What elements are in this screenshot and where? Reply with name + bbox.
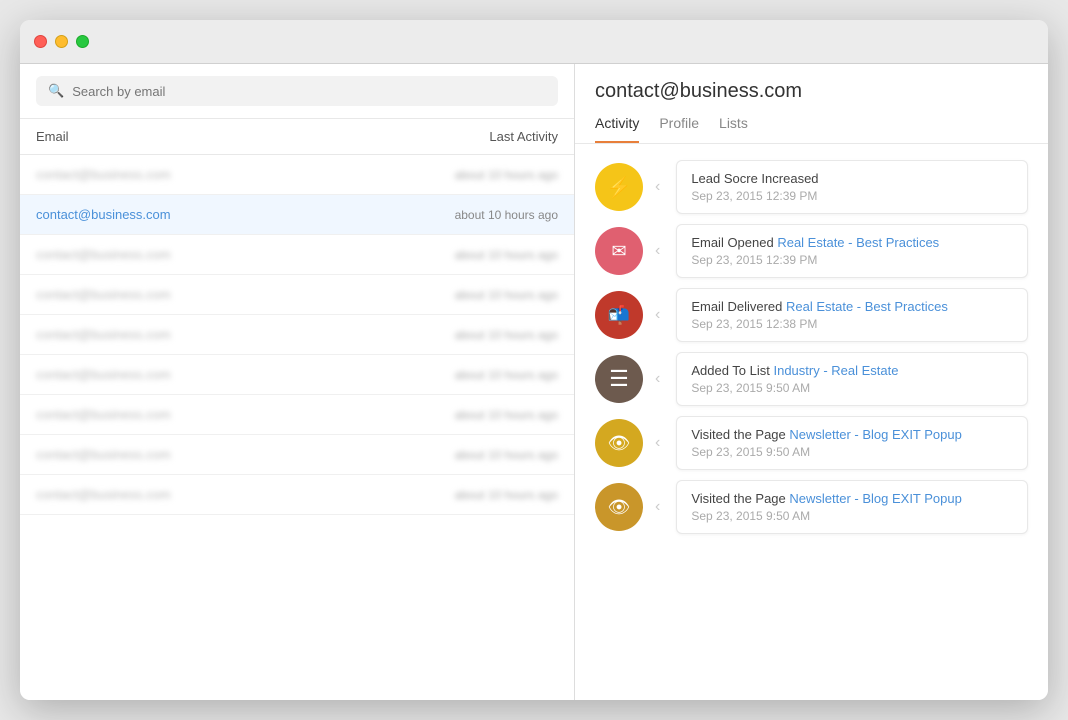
list-item[interactable]: contact@business.com about 10 hours ago xyxy=(20,235,574,275)
activity-card: Added To List Industry - Real Estate Sep … xyxy=(676,352,1028,406)
activity-item: ⚡ ‹ Lead Socre Increased Sep 23, 2015 12:39… xyxy=(595,160,1028,214)
activity-feed: ⚡ ‹ Lead Socre Increased Sep 23, 2015 12:39… xyxy=(575,144,1048,700)
activity-card: Lead Socre Increased Sep 23, 2015 12:39 P… xyxy=(676,160,1028,214)
activity-link[interactable]: Real Estate - Best Practices xyxy=(786,299,948,314)
contact-last-activity: about 10 hours ago xyxy=(455,408,558,422)
chevron-icon: ‹ xyxy=(655,306,660,324)
activity-card: Visited the Page Newsletter - Blog EXIT … xyxy=(676,416,1028,470)
list-item[interactable]: contact@business.com about 10 hours ago xyxy=(20,155,574,195)
list-item[interactable]: contact@business.com about 10 hours ago xyxy=(20,435,574,475)
contact-email: contact@business.com xyxy=(36,367,171,382)
tabs: Activity Profile Lists xyxy=(595,115,1028,143)
close-button[interactable] xyxy=(34,35,47,48)
list-item[interactable]: contact@business.com about 10 hours ago xyxy=(20,355,574,395)
activity-time: Sep 23, 2015 12:38 PM xyxy=(691,317,1013,331)
activity-title: Email Opened Real Estate - Best Practice… xyxy=(691,235,1013,250)
contact-email: contact@business.com xyxy=(36,207,171,222)
contact-email: contact@business.com xyxy=(36,487,171,502)
contact-last-activity: about 10 hours ago xyxy=(455,368,558,382)
app-body: 🔍 Email Last Activity contact@business.c… xyxy=(20,64,1048,700)
contact-last-activity: about 10 hours ago xyxy=(455,288,558,302)
contact-email: contact@business.com xyxy=(36,327,171,342)
lightning-icon: ⚡ xyxy=(595,163,643,211)
activity-title: Lead Socre Increased xyxy=(691,171,1013,186)
activity-time: Sep 23, 2015 12:39 PM xyxy=(691,189,1013,203)
left-panel: 🔍 Email Last Activity contact@business.c… xyxy=(20,64,575,700)
chevron-icon: ‹ xyxy=(655,178,660,196)
minimize-button[interactable] xyxy=(55,35,68,48)
search-input[interactable] xyxy=(72,84,546,99)
activity-link[interactable]: Real Estate - Best Practices xyxy=(777,235,939,250)
activity-time: Sep 23, 2015 9:50 AM xyxy=(691,445,1013,459)
tab-lists[interactable]: Lists xyxy=(719,115,748,143)
contact-last-activity: about 10 hours ago xyxy=(455,488,558,502)
activity-card: Visited the Page Newsletter - Blog EXIT … xyxy=(676,480,1028,534)
chevron-icon: ‹ xyxy=(655,434,660,452)
search-bar: 🔍 xyxy=(20,64,574,119)
tab-profile[interactable]: Profile xyxy=(659,115,699,143)
list-icon: ☰ xyxy=(595,355,643,403)
list-item[interactable]: contact@business.com about 10 hours ago xyxy=(20,475,574,515)
tab-activity[interactable]: Activity xyxy=(595,115,639,143)
email-column-header: Email xyxy=(36,129,69,144)
eye-icon: 👁 xyxy=(595,483,643,531)
right-panel: contact@business.com Activity Profile List… xyxy=(575,64,1048,700)
activity-time: Sep 23, 2015 9:50 AM xyxy=(691,381,1013,395)
search-icon: 🔍 xyxy=(48,83,64,99)
activity-item: 📬 ‹ Email Delivered Real Estate - Best Pra… xyxy=(595,288,1028,342)
activity-column-header: Last Activity xyxy=(489,129,558,144)
activity-item: 👁 ‹ Visited the Page Newsletter - Blog EXI… xyxy=(595,480,1028,534)
activity-item: ✉ ‹ Email Opened Real Estate - Best Practi… xyxy=(595,224,1028,278)
list-item[interactable]: contact@business.com about 10 hours ago xyxy=(20,195,574,235)
activity-time: Sep 23, 2015 9:50 AM xyxy=(691,509,1013,523)
contact-last-activity: about 10 hours ago xyxy=(455,248,558,262)
contact-last-activity: about 10 hours ago xyxy=(455,168,558,182)
activity-item: ☰ ‹ Added To List Industry - Real Estate Se… xyxy=(595,352,1028,406)
activity-link[interactable]: Industry - Real Estate xyxy=(773,363,898,378)
list-item[interactable]: contact@business.com about 10 hours ago xyxy=(20,395,574,435)
chevron-icon: ‹ xyxy=(655,370,660,388)
list-header: Email Last Activity xyxy=(20,119,574,155)
email-open-icon: ✉ xyxy=(595,227,643,275)
titlebar xyxy=(20,20,1048,64)
activity-link[interactable]: Newsletter - Blog EXIT Popup xyxy=(789,491,961,506)
contact-last-activity: about 10 hours ago xyxy=(455,328,558,342)
eye-icon: 👁 xyxy=(595,419,643,467)
activity-title: Email Delivered Real Estate - Best Pract… xyxy=(691,299,1013,314)
contact-title: contact@business.com xyxy=(595,80,1028,103)
contact-email: contact@business.com xyxy=(36,167,171,182)
activity-link[interactable]: Newsletter - Blog EXIT Popup xyxy=(789,427,961,442)
list-item[interactable]: contact@business.com about 10 hours ago xyxy=(20,275,574,315)
contact-list: contact@business.comabout 10 hours agoco… xyxy=(20,155,574,700)
chevron-icon: ‹ xyxy=(655,242,660,260)
activity-title: Visited the Page Newsletter - Blog EXIT … xyxy=(691,491,1013,506)
app-window: 🔍 Email Last Activity contact@business.c… xyxy=(20,20,1048,700)
contact-email: contact@business.com xyxy=(36,247,171,262)
search-wrapper: 🔍 xyxy=(36,76,558,106)
chevron-icon: ‹ xyxy=(655,498,660,516)
maximize-button[interactable] xyxy=(76,35,89,48)
activity-card: Email Delivered Real Estate - Best Pract… xyxy=(676,288,1028,342)
traffic-lights xyxy=(34,35,89,48)
list-item[interactable]: contact@business.com about 10 hours ago xyxy=(20,315,574,355)
contact-last-activity: about 10 hours ago xyxy=(455,448,558,462)
email-delivered-icon: 📬 xyxy=(595,291,643,339)
contact-last-activity: about 10 hours ago xyxy=(455,208,558,222)
activity-title: Added To List Industry - Real Estate xyxy=(691,363,1013,378)
activity-card: Email Opened Real Estate - Best Practice… xyxy=(676,224,1028,278)
right-header: contact@business.com Activity Profile List… xyxy=(575,64,1048,144)
contact-email: contact@business.com xyxy=(36,407,171,422)
activity-title: Visited the Page Newsletter - Blog EXIT … xyxy=(691,427,1013,442)
activity-item: 👁 ‹ Visited the Page Newsletter - Blog EXI… xyxy=(595,416,1028,470)
contact-email: contact@business.com xyxy=(36,447,171,462)
contact-email: contact@business.com xyxy=(36,287,171,302)
activity-time: Sep 23, 2015 12:39 PM xyxy=(691,253,1013,267)
